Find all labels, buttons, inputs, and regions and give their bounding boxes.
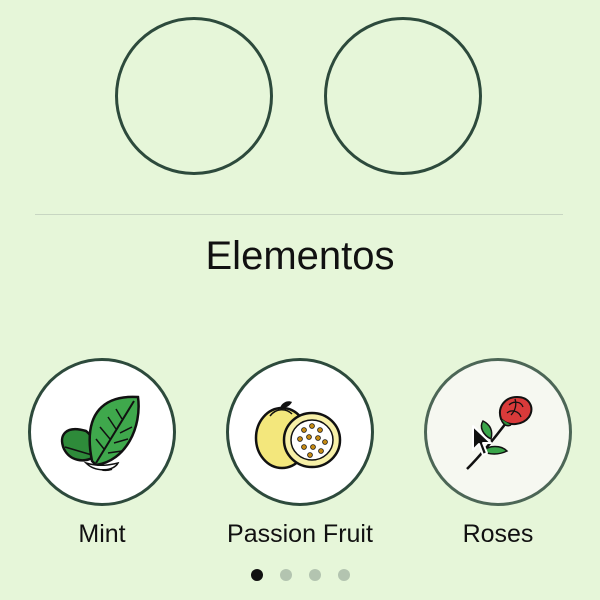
passion-fruit-icon: [254, 401, 342, 470]
page-dot-1[interactable]: [250, 569, 263, 581]
element-mint[interactable]: Mint: [28, 358, 176, 548]
page-indicator: [0, 569, 600, 581]
page-dot-2[interactable]: [279, 569, 292, 581]
page-dot-4[interactable]: [337, 569, 350, 581]
element-passion-fruit[interactable]: Passion Fruit: [226, 358, 374, 548]
element-label: Roses: [462, 520, 534, 548]
element-circle[interactable]: [424, 358, 572, 506]
selected-slot-2[interactable]: [324, 17, 482, 175]
element-circle[interactable]: [226, 358, 374, 506]
section-title: Elementos: [205, 234, 395, 278]
element-circle[interactable]: [28, 358, 176, 506]
selected-slot-1[interactable]: [115, 17, 273, 175]
divider: [35, 214, 563, 215]
page-dot-3[interactable]: [308, 569, 321, 581]
element-roses[interactable]: Roses: [424, 358, 572, 548]
mint-leaves-icon: [60, 395, 140, 472]
rose-icon: [466, 395, 533, 470]
